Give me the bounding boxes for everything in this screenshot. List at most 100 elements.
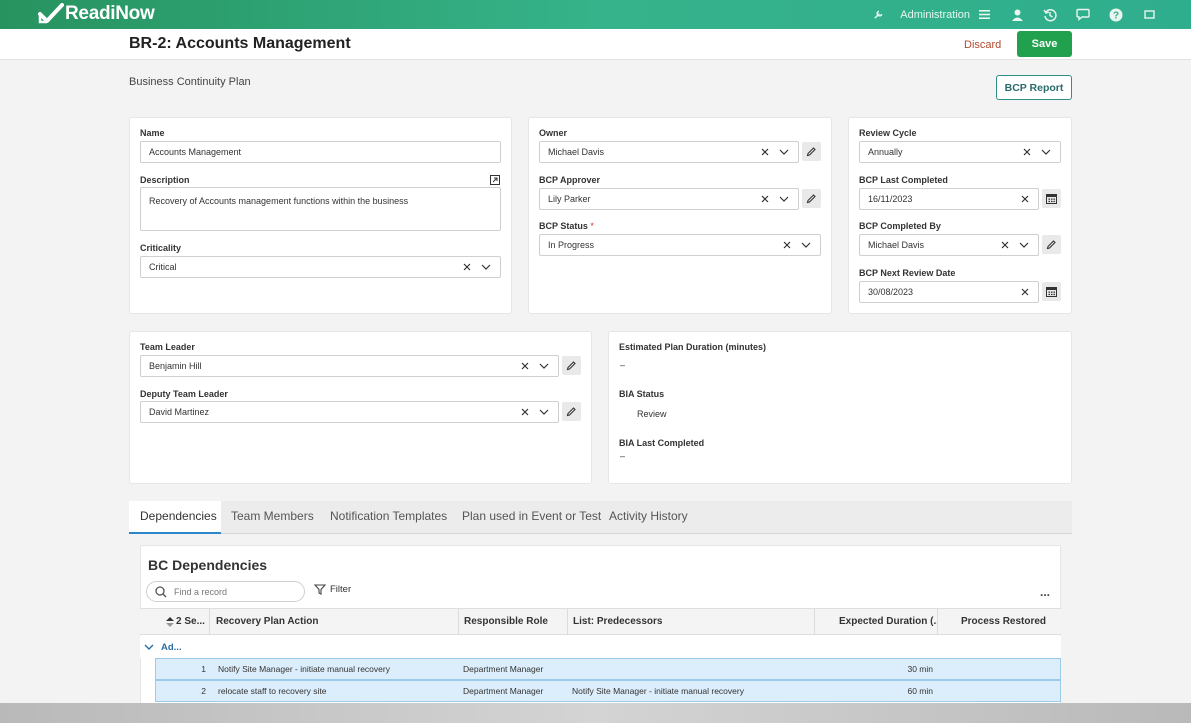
- col-duration[interactable]: Expected Duration (...: [815, 609, 938, 635]
- chat-icon[interactable]: [1075, 7, 1091, 23]
- help-icon[interactable]: ?: [1108, 7, 1124, 23]
- clear-icon[interactable]: [778, 235, 796, 255]
- wrench-icon[interactable]: [870, 7, 886, 23]
- clear-icon[interactable]: [756, 142, 774, 162]
- row-predecessors: Notify Site Manager - initiate manual re…: [572, 686, 744, 696]
- tab-notification-templates[interactable]: Notification Templates: [319, 501, 458, 534]
- chevron-down-icon[interactable]: [534, 356, 554, 376]
- col-role[interactable]: Responsible Role: [459, 609, 568, 635]
- panel-title: BC Dependencies: [148, 557, 268, 573]
- next-review-date[interactable]: 30/08/2023: [859, 281, 1039, 303]
- review-cycle-select[interactable]: Annually: [859, 141, 1061, 163]
- user-icon[interactable]: [1009, 7, 1025, 23]
- chevron-down-icon[interactable]: [1014, 235, 1034, 255]
- app-logo[interactable]: ReadiNow: [38, 3, 155, 25]
- team-leader-select[interactable]: Benjamin Hill: [140, 355, 559, 377]
- calendar-button[interactable]: [1042, 282, 1061, 301]
- clear-icon[interactable]: [996, 235, 1014, 255]
- col-sequence-label: 2 Se...: [176, 616, 205, 627]
- top-bar: ReadiNow Administration ?: [0, 0, 1191, 29]
- tab-team-members[interactable]: Team Members: [220, 501, 325, 534]
- description-field[interactable]: Recovery of Accounts management function…: [140, 187, 501, 231]
- chevron-down-icon: [144, 644, 154, 650]
- tab-dependencies[interactable]: Dependencies: [129, 501, 221, 534]
- criticality-select[interactable]: Critical: [140, 256, 501, 278]
- col-predecessors[interactable]: List: Predecessors: [568, 609, 815, 635]
- clear-icon[interactable]: [1016, 189, 1034, 209]
- more-options-icon[interactable]: ...: [1040, 585, 1050, 599]
- last-completed-date[interactable]: 16/11/2023: [859, 188, 1039, 210]
- tab-bar: Dependencies Team Members Notification T…: [129, 501, 1072, 534]
- chevron-down-icon[interactable]: [534, 402, 554, 422]
- filter-button[interactable]: Filter: [314, 584, 351, 595]
- filter-icon: [314, 584, 326, 595]
- chevron-down-icon[interactable]: [1036, 142, 1056, 162]
- bia-status-value: Review: [637, 409, 667, 419]
- tab-activity-history[interactable]: Activity History: [598, 501, 699, 534]
- bcp-report-button[interactable]: BCP Report: [996, 75, 1072, 100]
- approver-label: BCP Approver: [539, 175, 601, 185]
- status-value: In Progress: [548, 240, 595, 250]
- description-value: Recovery of Accounts management function…: [149, 196, 409, 206]
- col-restored[interactable]: Process Restored: [938, 609, 1061, 635]
- row-restored: [942, 659, 1056, 679]
- history-icon[interactable]: [1042, 7, 1058, 23]
- pencil-icon: [806, 194, 816, 204]
- edit-completed-by-button[interactable]: [1042, 235, 1061, 254]
- completed-by-select[interactable]: Michael Davis: [859, 234, 1039, 256]
- col-sequence[interactable]: 2 Se...: [140, 609, 210, 635]
- group-label: Ad...: [161, 641, 182, 653]
- row-duration: 60 min: [907, 686, 933, 696]
- deputy-select[interactable]: David Martinez: [140, 401, 559, 423]
- save-button[interactable]: Save: [1017, 31, 1072, 57]
- name-field[interactable]: Accounts Management: [140, 141, 501, 163]
- next-review-label: BCP Next Review Date: [859, 268, 956, 278]
- search-icon: [155, 585, 167, 597]
- status-select[interactable]: In Progress: [539, 234, 821, 256]
- table-row[interactable]: 2 relocate staff to recovery site Depart…: [155, 680, 1061, 702]
- expand-icon[interactable]: [490, 174, 500, 185]
- tab-plan-used[interactable]: Plan used in Event or Test: [451, 501, 612, 534]
- chevron-down-icon[interactable]: [796, 235, 816, 255]
- edit-approver-button[interactable]: [802, 189, 821, 208]
- bia-last-value: –: [620, 451, 626, 461]
- row-role: Department Manager: [463, 686, 544, 696]
- clear-icon[interactable]: [516, 402, 534, 422]
- row-restored: [942, 681, 1056, 701]
- chevron-down-icon[interactable]: [476, 257, 496, 277]
- search-input[interactable]: Find a record: [146, 581, 305, 602]
- bia-last-label: BIA Last Completed: [619, 438, 705, 448]
- next-review-value: 30/08/2023: [868, 287, 914, 297]
- filter-label: Filter: [330, 584, 352, 595]
- review-cycle-label: Review Cycle: [859, 128, 917, 138]
- chevron-down-icon[interactable]: [774, 189, 794, 209]
- clear-icon[interactable]: [516, 356, 534, 376]
- discard-button[interactable]: Discard: [956, 33, 1009, 57]
- clear-icon[interactable]: [1018, 142, 1036, 162]
- row-role: Department Manager: [463, 664, 544, 674]
- clear-icon[interactable]: [1016, 282, 1034, 302]
- approver-select[interactable]: Lily Parker: [539, 188, 799, 210]
- administration-menu[interactable]: Administration: [900, 9, 970, 21]
- owner-select[interactable]: Michael Davis: [539, 141, 799, 163]
- name-value: Accounts Management: [149, 147, 242, 157]
- search-placeholder: Find a record: [174, 586, 228, 597]
- edit-team-leader-button[interactable]: [562, 356, 581, 375]
- table-row[interactable]: 1 Notify Site Manager - initiate manual …: [155, 658, 1061, 680]
- fullscreen-icon[interactable]: [1141, 7, 1157, 23]
- duration-label: Estimated Plan Duration (minutes): [619, 342, 767, 352]
- calendar-button[interactable]: [1042, 189, 1061, 208]
- status-label-text: BCP Status: [539, 221, 588, 231]
- completed-by-label: BCP Completed By: [859, 221, 941, 231]
- description-label: Description: [140, 175, 190, 185]
- team-leader-label: Team Leader: [140, 342, 195, 352]
- col-action[interactable]: Recovery Plan Action: [210, 609, 459, 635]
- edit-owner-button[interactable]: [802, 142, 821, 161]
- sort-icon: [166, 617, 174, 627]
- clear-icon[interactable]: [756, 189, 774, 209]
- chevron-down-icon[interactable]: [774, 142, 794, 162]
- menu-icon[interactable]: [976, 7, 992, 23]
- group-row[interactable]: Ad...: [140, 636, 1061, 658]
- clear-icon[interactable]: [458, 257, 476, 277]
- edit-deputy-button[interactable]: [562, 402, 581, 421]
